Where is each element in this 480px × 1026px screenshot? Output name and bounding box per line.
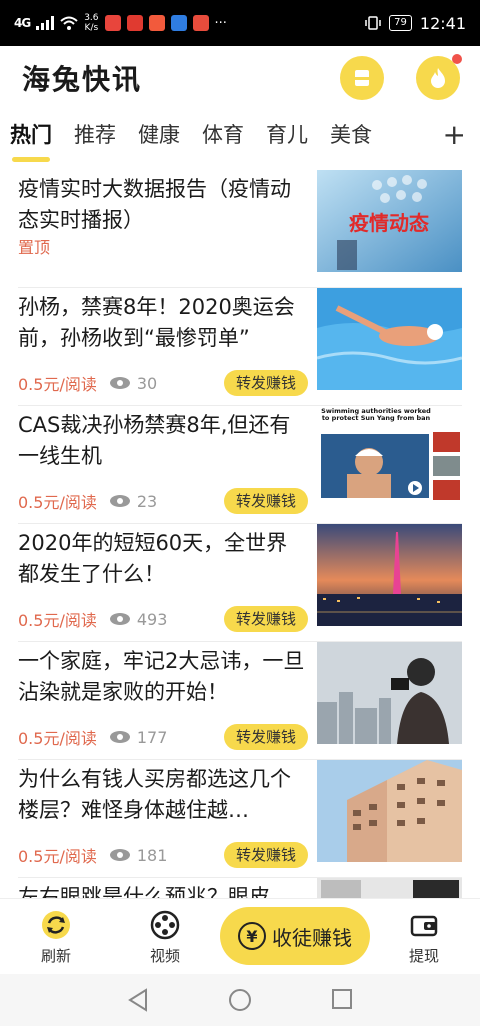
signal-bars-icon <box>36 16 55 30</box>
network-speed: 3.6 K/s <box>84 13 99 33</box>
eye-icon <box>109 613 130 625</box>
nav-refresh-label: 刷新 <box>40 947 71 965</box>
article-title[interactable]: 孙杨，禁赛8年！2020奥运会前，孙杨收到“最惨罚单” <box>18 292 308 354</box>
nav-withdraw-label: 提现 <box>408 947 439 965</box>
list-item[interactable]: 为什么有钱人买房都选这几个楼层？难怪身体越住越… 0.5元/阅读 181 转发赚… <box>18 760 462 878</box>
tab-hot[interactable]: 热门 <box>10 112 52 170</box>
nav-video-label: 视频 <box>149 947 180 965</box>
reward-rate: 0.5元/阅读 <box>18 729 97 748</box>
article-thumbnail[interactable]: Swimming authorities worked to protect S… <box>317 406 462 508</box>
app-notification-icon <box>104 15 121 31</box>
app-notification-icon <box>126 15 143 31</box>
nav-video[interactable]: 视频 <box>135 909 195 966</box>
eye-icon <box>109 495 130 507</box>
nav-withdraw[interactable]: 提现 <box>394 909 454 966</box>
film-reel-icon <box>150 910 180 940</box>
reward-rate: 0.5元/阅读 <box>18 611 97 630</box>
notification-dot <box>452 54 462 64</box>
share-earn-button[interactable]: 转发赚钱 <box>223 724 308 750</box>
list-item[interactable]: 2020年的短短60天，全世界都发生了什么！ 0.5元/阅读 493 转发赚钱 <box>18 524 462 642</box>
category-tabs: 热门 推荐 健康 体育 育儿 美食 + <box>0 112 480 170</box>
share-earn-button[interactable]: 转发赚钱 <box>223 488 308 514</box>
article-thumbnail[interactable] <box>317 642 462 744</box>
tab-parenting[interactable]: 育儿 <box>266 112 308 170</box>
thumbnail-headline: Swimming authorities worked to protect S… <box>321 408 431 422</box>
system-nav-bar <box>0 974 480 1026</box>
share-earn-button[interactable]: 转发赚钱 <box>223 606 308 632</box>
view-count: 23 <box>136 491 158 511</box>
eye-icon <box>109 849 130 861</box>
article-thumbnail[interactable] <box>317 760 462 862</box>
more-notifications: ··· <box>214 15 227 31</box>
pinned-badge: 置顶 <box>18 238 51 257</box>
article-meta: 0.5元/阅读 23 转发赚钱 <box>18 488 308 514</box>
list-item[interactable]: 孙杨，禁赛8年！2020奥运会前，孙杨收到“最惨罚单” 0.5元/阅读 30 转… <box>18 288 462 406</box>
app-header: 海兔快讯 <box>0 46 480 112</box>
article-meta: 0.5元/阅读 493 转发赚钱 <box>18 606 308 632</box>
share-earn-button[interactable]: 转发赚钱 <box>223 370 308 396</box>
wallet-icon <box>410 915 438 937</box>
article-title[interactable]: CAS裁决孙杨禁赛8年,但还有一线生机 <box>18 410 308 472</box>
view-count: 181 <box>136 845 168 865</box>
reward-rate: 0.5元/阅读 <box>18 375 97 394</box>
article-title[interactable]: 左右眼跳是什么预兆？眼皮 <box>18 882 308 898</box>
reward-rate: 0.5元/阅读 <box>18 847 97 866</box>
yen-icon: ¥ <box>238 922 266 950</box>
view-count: 177 <box>136 727 168 747</box>
nav-refresh[interactable]: 刷新 <box>26 909 86 966</box>
list-item[interactable]: CAS裁决孙杨禁赛8年,但还有一线生机 0.5元/阅读 23 转发赚钱 Swim… <box>18 406 462 524</box>
article-meta: 0.5元/阅读 181 转发赚钱 <box>18 842 308 868</box>
clock: 12:41 <box>419 13 466 33</box>
app-notification-icon <box>148 15 165 31</box>
article-title[interactable]: 一个家庭，牢记2大忌讳，一旦沾染就是家败的开始！ <box>18 646 308 708</box>
article-meta: 0.5元/阅读 30 转发赚钱 <box>18 370 308 396</box>
list-item[interactable]: 疫情实时大数据报告（疫情动态实时播报） 置顶 疫情动态 <box>18 170 462 288</box>
view-count: 493 <box>136 609 168 629</box>
article-meta: 0.5元/阅读 177 转发赚钱 <box>18 724 308 750</box>
article-thumbnail[interactable] <box>317 878 462 898</box>
back-icon[interactable] <box>127 988 149 1012</box>
list-item[interactable]: 左右眼跳是什么预兆？眼皮 <box>18 878 462 898</box>
article-title[interactable]: 2020年的短短60天，全世界都发生了什么！ <box>18 528 308 590</box>
article-title[interactable]: 为什么有钱人买房都选这几个楼层？难怪身体越住越… <box>18 764 308 826</box>
reward-rate: 0.5元/阅读 <box>18 493 97 512</box>
inbox-button[interactable] <box>340 56 384 100</box>
thumbnail-text: 疫情动态 <box>349 211 429 235</box>
share-earn-button[interactable]: 转发赚钱 <box>223 842 308 868</box>
eye-icon <box>109 377 130 389</box>
article-thumbnail[interactable] <box>317 288 462 390</box>
tab-recommend[interactable]: 推荐 <box>74 112 116 170</box>
app-notification-icon <box>192 15 209 31</box>
article-title[interactable]: 疫情实时大数据报告（疫情动态实时播报） <box>18 174 308 236</box>
wifi-icon <box>60 16 78 30</box>
home-icon[interactable] <box>228 988 252 1012</box>
refresh-icon <box>42 911 70 939</box>
recruit-label: 收徒赚钱 <box>272 925 352 950</box>
recruit-earn-button[interactable]: ¥ 收徒赚钱 <box>220 907 370 965</box>
article-thumbnail[interactable]: 疫情动态 <box>317 170 462 272</box>
tab-sports[interactable]: 体育 <box>202 112 244 170</box>
eye-icon <box>109 731 130 743</box>
tab-health[interactable]: 健康 <box>138 112 180 170</box>
list-item[interactable]: 一个家庭，牢记2大忌讳，一旦沾染就是家败的开始！ 0.5元/阅读 177 转发赚… <box>18 642 462 760</box>
news-feed: 疫情实时大数据报告（疫情动态实时播报） 置顶 疫情动态 孙杨，禁赛8年！2020… <box>0 170 480 898</box>
app-title: 海兔快讯 <box>22 63 143 96</box>
add-tab-button[interactable]: + <box>443 118 466 151</box>
bottom-nav: 刷新 视频 ¥ 收徒赚钱 提现 <box>0 898 480 974</box>
app-notification-icon <box>170 15 187 31</box>
article-thumbnail[interactable] <box>317 524 462 626</box>
hot-button[interactable] <box>416 54 462 100</box>
tab-food[interactable]: 美食 <box>330 112 372 170</box>
view-count: 30 <box>136 373 158 393</box>
battery-indicator: 79 <box>389 15 412 31</box>
status-bar: 4G 3.6 K/s ··· 79 12:41 <box>0 0 480 46</box>
signal-indicator: 4G <box>14 16 31 30</box>
vibrate-icon <box>365 16 381 30</box>
inbox-icon <box>355 70 369 86</box>
recents-icon[interactable] <box>331 988 353 1010</box>
fire-icon <box>431 68 445 88</box>
